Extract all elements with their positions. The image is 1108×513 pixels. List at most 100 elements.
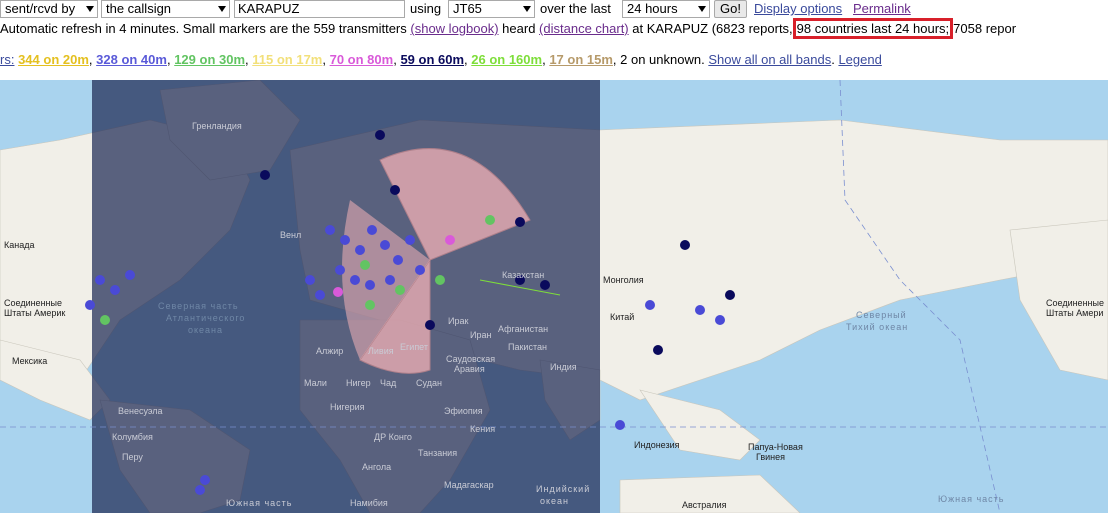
- map-ocean-label: Северная часть: [158, 301, 239, 311]
- station-marker: [393, 255, 403, 265]
- station-marker: [485, 215, 495, 225]
- status-prefix: Automatic refresh in 4 minutes. Small ma…: [0, 21, 407, 36]
- station-marker: [645, 300, 655, 310]
- band-filter-link[interactable]: 344 on 20m: [18, 52, 89, 67]
- map-label: Нигер: [346, 378, 371, 388]
- map-ocean-label: Южная часть: [938, 494, 1005, 504]
- chevron-down-icon: [523, 6, 531, 12]
- station-marker: [325, 225, 335, 235]
- using-label: using: [410, 1, 442, 16]
- map-label: Индонезия: [634, 440, 680, 450]
- band-filter-link[interactable]: 17 on 15m: [549, 52, 613, 67]
- permalink-link[interactable]: Permalink: [853, 2, 911, 16]
- band-filter-link[interactable]: 70 on 80m: [330, 52, 394, 67]
- station-marker: [365, 300, 375, 310]
- over-label: over the last: [540, 1, 611, 16]
- map-label: Канада: [4, 240, 35, 250]
- map-ocean-label: Индийский: [536, 484, 591, 494]
- map-ocean-label: Атлантического: [166, 313, 246, 323]
- map-label: Мали: [304, 378, 327, 388]
- station-marker: [195, 485, 205, 495]
- map-ocean-label: океан: [540, 496, 570, 506]
- chevron-down-icon: [698, 6, 706, 12]
- station-marker: [435, 275, 445, 285]
- show-all-bands-link[interactable]: Show all on all bands: [708, 52, 831, 67]
- map-ocean-label: Южная часть: [226, 498, 293, 508]
- band-items: 344 on 20m, 328 on 40m, 129 on 30m, 115 …: [18, 52, 613, 67]
- map-label: Папуа-Новая: [748, 442, 803, 452]
- station-marker: [350, 275, 360, 285]
- station-marker: [415, 265, 425, 275]
- band-filter-link[interactable]: 328 on 40m: [96, 52, 167, 67]
- station-marker: [365, 280, 375, 290]
- period-select[interactable]: 24 hours: [622, 0, 710, 18]
- map-label: Австралия: [682, 500, 727, 510]
- station-marker: [260, 170, 270, 180]
- station-marker: [200, 475, 210, 485]
- band-filter-link[interactable]: 26 on 160m: [471, 52, 542, 67]
- target-select[interactable]: the callsign: [101, 0, 230, 18]
- map-label: Афганистан: [498, 324, 549, 334]
- map-label: Соединенные: [1046, 298, 1104, 308]
- map-label: Саудовская: [446, 354, 496, 364]
- station-marker: [375, 130, 385, 140]
- station-marker: [355, 245, 365, 255]
- station-marker: [380, 240, 390, 250]
- map-label: Египет: [400, 342, 429, 352]
- status-suffix: 7058 repor: [953, 21, 1017, 36]
- station-marker: [695, 305, 705, 315]
- station-marker: [405, 235, 415, 245]
- band-filter-link[interactable]: 129 on 30m: [174, 52, 245, 67]
- station-marker: [445, 235, 455, 245]
- bands-prefix-link[interactable]: rs:: [0, 52, 14, 67]
- station-marker: [305, 275, 315, 285]
- map-label: Намибия: [350, 498, 388, 508]
- mode-select[interactable]: sent/rcvd by: [0, 0, 98, 18]
- map-canvas: [0, 80, 1108, 513]
- station-marker: [515, 217, 525, 227]
- station-marker: [615, 420, 625, 430]
- map-label: Штаты Америк: [4, 308, 66, 318]
- station-marker: [315, 290, 325, 300]
- map-label: Индия: [550, 362, 577, 372]
- band-summary: rs: 344 on 20m, 328 on 40m, 129 on 30m, …: [0, 52, 882, 67]
- station-marker: [653, 345, 663, 355]
- station-marker: [680, 240, 690, 250]
- map-label: Штаты Амери: [1046, 308, 1104, 318]
- map-label: Ливия: [368, 346, 394, 356]
- map-label: Соединенные: [4, 298, 62, 308]
- station-marker: [340, 235, 350, 245]
- map-label: Колумбия: [112, 432, 153, 442]
- station-marker: [390, 185, 400, 195]
- map-label: Казахстан: [502, 270, 545, 280]
- station-marker: [110, 285, 120, 295]
- map-label: Гренландия: [192, 121, 242, 131]
- status-line: Automatic refresh in 4 minutes. Small ma…: [0, 18, 1017, 39]
- transmission-mode-value: JT65: [453, 1, 482, 16]
- distance-chart-link[interactable]: (distance chart): [539, 21, 629, 36]
- chevron-down-icon: [86, 6, 94, 12]
- band-filter-link[interactable]: 115 on 17m: [252, 52, 322, 67]
- target-select-value: the callsign: [106, 1, 172, 16]
- map-label: Ирак: [448, 316, 469, 326]
- map-label: Иран: [470, 330, 492, 340]
- map-label: Эфиопия: [444, 406, 483, 416]
- map-label: Гвинея: [756, 452, 786, 462]
- display-options-link[interactable]: Display options: [754, 2, 842, 16]
- map-label: Мексика: [12, 356, 48, 366]
- callsign-input[interactable]: KARAPUZ: [234, 0, 405, 18]
- legend-link[interactable]: Legend: [838, 52, 881, 67]
- show-logbook-link[interactable]: (show logbook): [410, 21, 498, 36]
- map-label: Ангола: [362, 462, 392, 472]
- world-map[interactable]: Гренландия Канада Соединенные Штаты Амер…: [0, 80, 1108, 513]
- map-ocean-label: океана: [188, 325, 224, 335]
- controls-bar: sent/rcvd by the callsign KARAPUZ using …: [0, 0, 1108, 20]
- transmission-mode-select[interactable]: JT65: [448, 0, 535, 18]
- band-filter-link[interactable]: 59 on 60m: [400, 52, 464, 67]
- map-label: Чад: [380, 378, 397, 388]
- station-marker: [125, 270, 135, 280]
- go-button[interactable]: Go!: [714, 0, 747, 18]
- map-label: Перу: [122, 452, 143, 462]
- station-marker: [425, 320, 435, 330]
- status-report-count: at KARAPUZ (6823 reports,: [632, 21, 793, 36]
